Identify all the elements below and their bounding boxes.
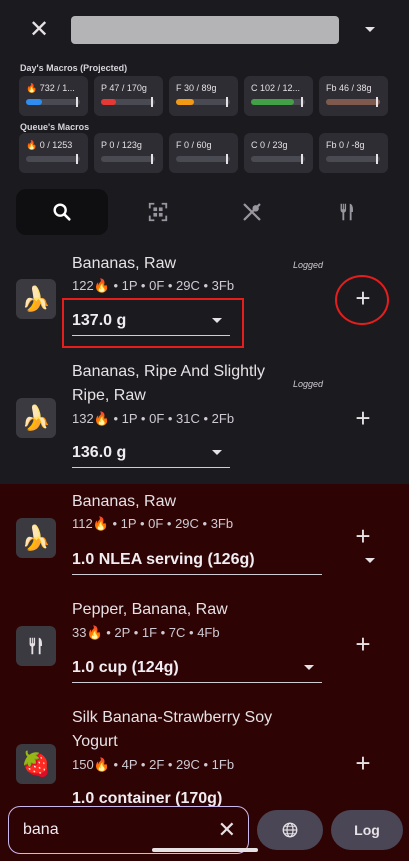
banana-icon: 🍌 — [16, 398, 56, 438]
globe-icon — [282, 822, 298, 838]
macro-progress-bar — [26, 97, 80, 107]
food-name: Bananas, Ripe And Slightly Ripe, Raw — [72, 363, 266, 404]
food-macros: 150🔥 • 4P • 2F • 29C • 1Fb — [72, 757, 235, 772]
amount-select[interactable]: 1.0 NLEA serving (126g) — [72, 551, 255, 569]
search-input[interactable]: bana ✕ — [8, 806, 249, 854]
log-button[interactable]: Log — [331, 810, 403, 850]
macro-card-fiber: Fb 0 / -8g — [319, 133, 388, 173]
fork-knife-icon — [340, 203, 353, 221]
queue-macros-row: 🔥 0 / 1253 P 0 / 123g F 0 / 60g C 0 / 23… — [19, 133, 388, 173]
logged-tag: Logged — [292, 260, 323, 270]
globe-button[interactable] — [257, 810, 323, 850]
add-button[interactable]: + — [349, 523, 377, 551]
food-macros: 33🔥 • 2P • 1F • 7C • 4Fb — [72, 625, 220, 640]
macro-progress-fill — [251, 99, 295, 105]
macro-label: Fb 46 / 38g — [326, 83, 372, 93]
banana-icon: 🍌 — [16, 518, 56, 558]
home-indicator — [152, 848, 258, 852]
macro-progress-bar — [251, 154, 305, 164]
macro-progress-bar — [251, 97, 305, 107]
add-button[interactable]: + — [349, 631, 377, 659]
strawberry-icon: 🍓 — [16, 744, 56, 784]
macro-progress-fill — [176, 99, 195, 105]
food-macros: 112🔥 • 1P • 0F • 29C • 3Fb — [72, 516, 234, 531]
macro-label: P 47 / 170g — [101, 83, 147, 93]
food-macros: 132🔥 • 1P • 0F • 31C • 2Fb — [72, 411, 235, 426]
fork-knife-icon — [16, 626, 56, 666]
macro-card-fiber: Fb 46 / 38g — [319, 76, 388, 116]
banana-icon: 🍌 — [16, 279, 56, 319]
macro-label: 🔥 732 / 1... — [26, 83, 75, 93]
macro-label: F 0 / 60g — [176, 140, 212, 150]
macro-card-fat: F 30 / 89g — [169, 76, 238, 116]
tab-recipes[interactable] — [301, 189, 393, 235]
food-name: Pepper, Banana, Raw — [72, 601, 228, 618]
macro-progress-bar — [26, 154, 80, 164]
title-field[interactable] — [71, 16, 339, 44]
macro-card-protein: P 47 / 170g — [94, 76, 163, 116]
macro-label: P 0 / 123g — [101, 140, 142, 150]
macro-progress-fill — [26, 99, 43, 105]
macro-progress-bar — [101, 97, 155, 107]
food-name: Bananas, Raw — [72, 493, 177, 510]
barcode-scan-icon — [148, 202, 168, 222]
macro-progress-bar — [326, 154, 380, 164]
clear-icon[interactable]: ✕ — [218, 819, 236, 841]
macro-progress-fill — [326, 99, 380, 105]
macro-card-carbs: C 102 / 12... — [244, 76, 313, 116]
tab-bar — [0, 180, 409, 244]
amount-underline — [72, 467, 230, 468]
days-macros-title: Day's Macros (Projected) — [20, 63, 128, 73]
dropdown-caret-icon[interactable] — [362, 22, 378, 38]
macro-card-fat: F 0 / 60g — [169, 133, 238, 173]
spoon-fork-icon — [243, 203, 261, 221]
macro-label: Fb 0 / -8g — [326, 140, 365, 150]
highlight-add-circle — [335, 275, 389, 325]
food-name: Silk Banana-Strawberry Soy Yogurt — [72, 709, 273, 750]
macro-card-calories: 🔥 732 / 1... — [19, 76, 88, 116]
amount-underline — [72, 682, 322, 683]
tab-search[interactable] — [16, 189, 108, 235]
macro-card-carbs: C 0 / 23g — [244, 133, 313, 173]
macro-label: 🔥 0 / 1253 — [26, 140, 73, 150]
amount-underline — [72, 574, 322, 575]
macro-label: C 0 / 23g — [251, 140, 288, 150]
chevron-down-icon[interactable] — [365, 558, 375, 563]
add-button[interactable]: + — [349, 750, 377, 778]
macro-progress-bar — [176, 154, 230, 164]
tab-barcode[interactable] — [112, 189, 204, 235]
queue-food-list: 🍌 Bananas, Raw 112🔥 • 1P • 0F • 29C • 3F… — [0, 484, 409, 861]
food-name: Bananas, Raw — [72, 255, 177, 272]
macro-label: F 30 / 89g — [176, 83, 217, 93]
macro-progress-bar — [101, 154, 155, 164]
logged-tag: Logged — [292, 379, 323, 389]
food-macros: 122🔥 • 1P • 0F • 29C • 3Fb — [72, 278, 235, 293]
close-icon[interactable]: ✕ — [26, 17, 52, 43]
queue-macros-title: Queue's Macros — [20, 122, 90, 132]
search-icon — [53, 203, 71, 221]
search-input-value: bana — [23, 821, 59, 838]
highlight-amount-box — [62, 298, 244, 348]
amount-select[interactable]: 1.0 cup (124g) — [72, 659, 179, 677]
macro-progress-fill — [101, 99, 117, 105]
top-app-bar: ✕ — [0, 0, 409, 60]
add-button[interactable]: + — [349, 405, 377, 433]
macro-progress-bar — [326, 97, 380, 107]
macro-label: C 102 / 12... — [251, 83, 301, 93]
macro-progress-bar — [176, 97, 230, 107]
days-macros-row: 🔥 732 / 1... P 47 / 170g F 30 / 89g C 10… — [19, 76, 388, 116]
chevron-down-icon[interactable] — [304, 665, 314, 670]
tab-meals[interactable] — [206, 189, 298, 235]
macro-card-protein: P 0 / 123g — [94, 133, 163, 173]
chevron-down-icon[interactable] — [212, 450, 222, 455]
amount-select[interactable]: 136.0 g — [72, 444, 126, 462]
macro-card-calories: 🔥 0 / 1253 — [19, 133, 88, 173]
